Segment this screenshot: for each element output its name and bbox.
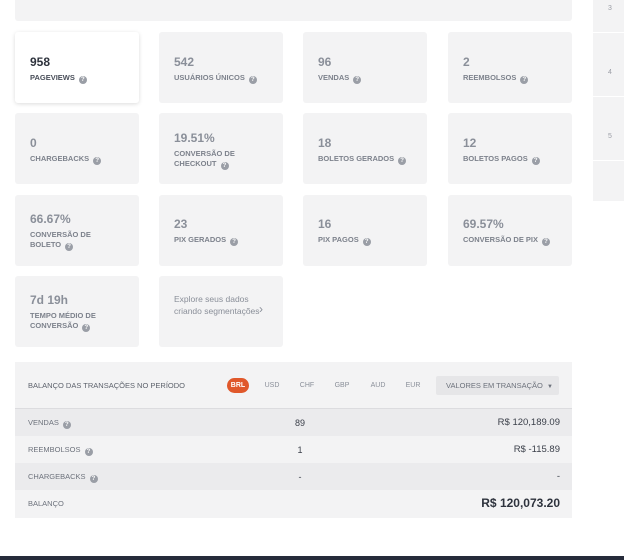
metric-label: PIX GERADOS? xyxy=(174,235,274,246)
help-icon[interactable]: ? xyxy=(230,238,239,246)
rail-item-4[interactable]: 4 xyxy=(608,69,612,76)
help-icon[interactable]: ? xyxy=(248,76,257,84)
metric-label: BOLETOS PAGOS? xyxy=(463,154,563,165)
metric-value: 2 xyxy=(463,55,470,69)
metric-label: VENDAS? xyxy=(318,73,418,84)
rail-divider xyxy=(593,96,624,97)
values-dropdown[interactable]: VALORES EM TRANSAÇÃO ▼ xyxy=(436,376,559,395)
help-icon[interactable]: ? xyxy=(78,76,87,84)
balance-header: BALANÇO DAS TRANSAÇÕES NO PERÍODO BRL US… xyxy=(15,362,572,408)
metric-value: 7d 19h xyxy=(30,293,69,307)
metric-value: 542 xyxy=(174,55,195,69)
metric-value: 12 xyxy=(463,136,477,150)
row-count: - xyxy=(298,472,302,482)
metric-value: 958 xyxy=(30,55,51,69)
help-icon[interactable]: ? xyxy=(82,324,91,332)
metric-label: REEMBOLSOS? xyxy=(463,73,563,84)
row-count: 1 xyxy=(297,445,303,455)
table-row: CHARGEBACKS? - - xyxy=(15,463,572,490)
metric-label: CONVERSÃO DE CHECKOUT? xyxy=(174,149,235,170)
metric-card-sales[interactable]: 96 VENDAS? xyxy=(303,32,427,103)
metric-card-boletos-paid[interactable]: 12 BOLETOS PAGOS? xyxy=(448,113,572,184)
explore-text: Explore seus dados criando segmentações xyxy=(174,294,260,316)
total-row: BALANÇO R$ 120,073.20 xyxy=(15,490,572,517)
metric-card-pix-generated[interactable]: 23 PIX GERADOS? xyxy=(159,195,283,266)
row-amount: R$ 120,189.09 xyxy=(497,417,560,428)
metric-card-boleto-conversion[interactable]: 66.67% CONVERSÃO DE BOLETO? xyxy=(15,195,139,266)
caret-down-icon: ▼ xyxy=(546,384,553,390)
metric-value: 18 xyxy=(318,136,332,150)
row-label: REEMBOLSOS? xyxy=(28,445,93,456)
metric-value: 96 xyxy=(318,55,332,69)
top-panel-edge xyxy=(15,0,572,21)
table-row: REEMBOLSOS? 1 R$ -115.89 xyxy=(15,436,572,463)
row-amount: R$ -115.89 xyxy=(513,444,560,455)
total-amount: R$ 120,073.20 xyxy=(481,496,560,510)
currency-brl[interactable]: BRL xyxy=(227,378,249,393)
footer-bar xyxy=(0,556,624,560)
metric-label: TEMPO MÉDIO DE CONVERSÃO? xyxy=(30,311,96,332)
metric-card-avg-conversion-time[interactable]: 7d 19h TEMPO MÉDIO DE CONVERSÃO? xyxy=(15,276,139,347)
chevron-right-icon: › xyxy=(259,302,263,316)
metric-value: 23 xyxy=(174,217,188,231)
help-icon[interactable]: ? xyxy=(65,243,74,251)
rail-divider xyxy=(593,160,624,161)
help-icon[interactable]: ? xyxy=(84,448,93,456)
metric-card-chargebacks[interactable]: 0 CHARGEBACKS? xyxy=(15,113,139,184)
balance-title: BALANÇO DAS TRANSAÇÕES NO PERÍODO xyxy=(28,381,185,390)
metric-label: CHARGEBACKS? xyxy=(30,154,130,165)
metric-card-unique-users[interactable]: 542 USUÁRIOS ÚNICOS? xyxy=(159,32,283,103)
metric-card-checkout-conversion[interactable]: 19.51% CONVERSÃO DE CHECKOUT? xyxy=(159,113,283,184)
currency-gbp[interactable]: GBP xyxy=(331,378,353,393)
metric-card-pageviews[interactable]: 958 PAGEVIEWS? xyxy=(15,32,139,103)
metric-label: PIX PAGOS? xyxy=(318,235,418,246)
help-icon[interactable]: ? xyxy=(353,76,362,84)
help-icon[interactable]: ? xyxy=(542,238,551,246)
metric-card-refunds[interactable]: 2 REEMBOLSOS? xyxy=(448,32,572,103)
help-icon[interactable]: ? xyxy=(531,157,540,165)
metric-label: CONVERSÃO DE PIX? xyxy=(463,235,563,246)
help-icon[interactable]: ? xyxy=(89,475,98,483)
metric-value: 19.51% xyxy=(174,131,215,145)
row-amount: - xyxy=(556,471,560,482)
help-icon[interactable]: ? xyxy=(62,421,71,429)
metric-card-pix-paid[interactable]: 16 PIX PAGOS? xyxy=(303,195,427,266)
balance-panel: BALANÇO DAS TRANSAÇÕES NO PERÍODO BRL US… xyxy=(15,362,572,518)
metric-value: 0 xyxy=(30,136,37,150)
row-label: VENDAS? xyxy=(28,418,71,429)
currency-chf[interactable]: CHF xyxy=(296,378,318,393)
metric-label: CONVERSÃO DE BOLETO? xyxy=(30,230,91,251)
metric-value: 16 xyxy=(318,217,332,231)
row-label: CHARGEBACKS? xyxy=(28,472,98,483)
metric-value: 69.57% xyxy=(463,217,504,231)
explore-segments-card[interactable]: Explore seus dados criando segmentações … xyxy=(159,276,283,347)
rail-divider xyxy=(593,32,624,33)
row-label: BALANÇO xyxy=(28,499,64,508)
metric-label: PAGEVIEWS? xyxy=(30,73,130,84)
currency-usd[interactable]: USD xyxy=(261,378,283,393)
side-rail: 3 4 5 xyxy=(593,0,624,201)
values-dropdown-label: VALORES EM TRANSAÇÃO xyxy=(446,381,543,390)
help-icon[interactable]: ? xyxy=(220,162,229,170)
rail-item-5[interactable]: 5 xyxy=(608,133,612,140)
help-icon[interactable]: ? xyxy=(362,238,371,246)
metric-label: USUÁRIOS ÚNICOS? xyxy=(174,73,274,84)
metric-value: 66.67% xyxy=(30,212,71,226)
help-icon[interactable]: ? xyxy=(93,157,102,165)
metric-label: BOLETOS GERADOS? xyxy=(318,154,418,165)
help-icon[interactable]: ? xyxy=(520,76,529,84)
help-icon[interactable]: ? xyxy=(398,157,407,165)
metric-card-boletos-generated[interactable]: 18 BOLETOS GERADOS? xyxy=(303,113,427,184)
metric-card-pix-conversion[interactable]: 69.57% CONVERSÃO DE PIX? xyxy=(448,195,572,266)
table-row: VENDAS? 89 R$ 120,189.09 xyxy=(15,409,572,436)
currency-eur[interactable]: EUR xyxy=(402,378,424,393)
currency-aud[interactable]: AUD xyxy=(367,378,389,393)
row-count: 89 xyxy=(294,418,305,428)
rail-item-3[interactable]: 3 xyxy=(608,5,612,12)
